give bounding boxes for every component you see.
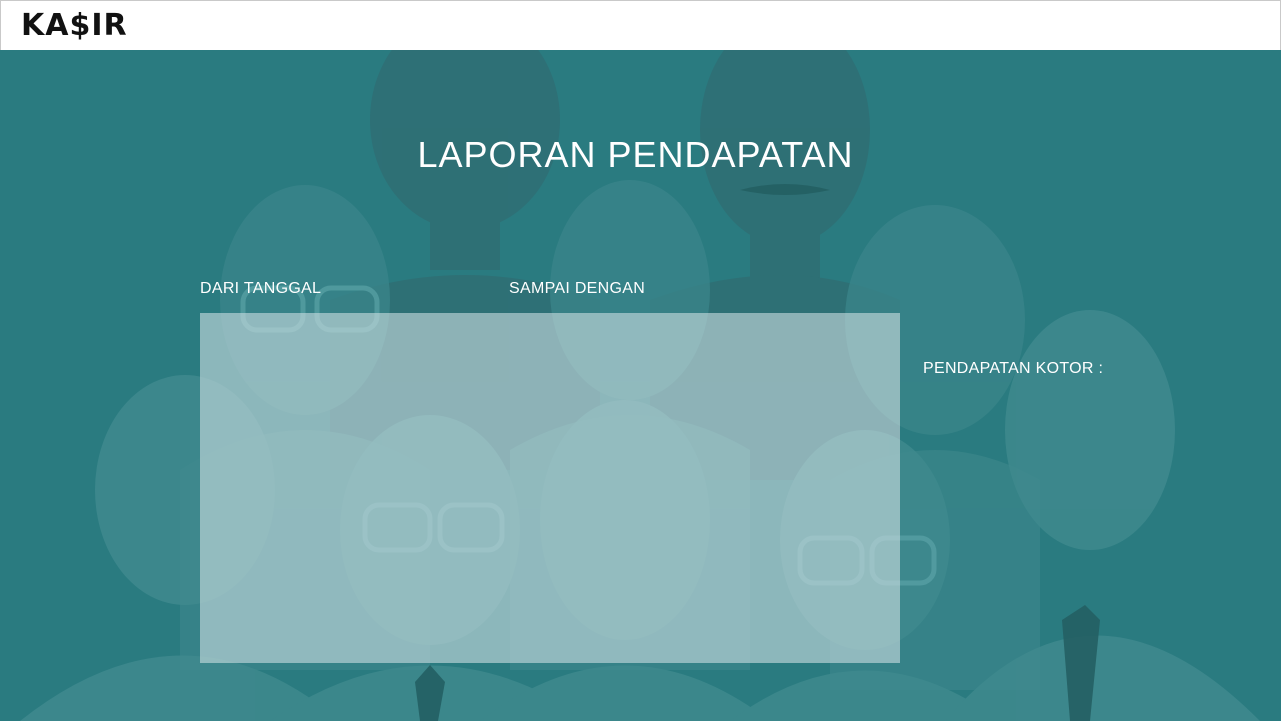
- from-date-label: DARI TANGGAL: [200, 280, 322, 297]
- gross-income-label: PENDAPATAN KOTOR :: [923, 360, 1104, 377]
- page-title: LAPORAN PENDAPATAN: [417, 134, 854, 175]
- to-date-label: SAMPAI DENGAN: [509, 280, 646, 297]
- app-header: KA$IR: [0, 0, 1281, 51]
- app-logo: KA$IR: [21, 8, 128, 43]
- report-stage: LAPORAN PENDAPATAN DARI TANGGAL SAMPAI D…: [0, 50, 1281, 721]
- report-table-panel[interactable]: [200, 313, 900, 663]
